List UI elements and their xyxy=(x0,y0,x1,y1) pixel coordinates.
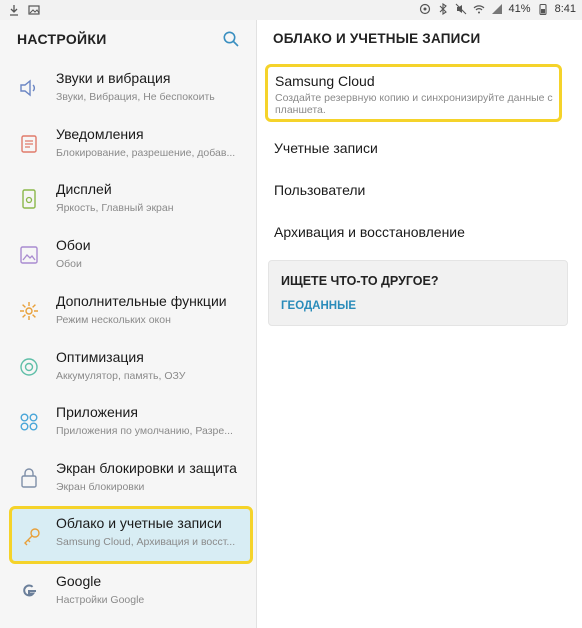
wallpaper-icon xyxy=(20,246,38,264)
notifications-icon xyxy=(21,135,37,153)
google-icon xyxy=(23,584,36,597)
accounts-item[interactable]: Учетные записи xyxy=(274,140,378,156)
looking-for-title: ИЩЕТЕ ЧТО-ТО ДРУГОЕ? xyxy=(281,274,439,288)
signal-icon xyxy=(491,4,502,14)
settings-item-google[interactable]: Google Настройки Google xyxy=(0,565,256,617)
looking-for-something-else-card: ИЩЕТЕ ЧТО-ТО ДРУГОЕ? ГЕОДАННЫЕ xyxy=(268,260,568,326)
item-subtitle: Samsung Cloud, Архивация и восст... xyxy=(56,536,236,548)
item-title: Google xyxy=(56,573,102,589)
advanced-features-icon xyxy=(20,302,38,320)
settings-item-lock-screen[interactable]: Экран блокировки и защита Экран блокиров… xyxy=(0,452,256,504)
battery-icon xyxy=(539,3,547,15)
item-title: Приложения xyxy=(56,404,138,420)
settings-item-apps[interactable]: Приложения Приложения по умолчанию, Разр… xyxy=(0,396,256,448)
lock-screen-icon xyxy=(21,468,37,488)
settings-item-sounds[interactable]: Звуки и вибрация Звуки, Вибрация, Не бес… xyxy=(0,62,256,114)
settings-item-wallpaper[interactable]: Обои Обои xyxy=(0,229,256,281)
item-title: Обои xyxy=(56,237,91,253)
backup-restore-item[interactable]: Архивация и восстановление xyxy=(274,224,465,240)
item-title: Оптимизация xyxy=(56,349,144,365)
clock: 8:41 xyxy=(554,3,576,15)
item-subtitle: Экран блокировки xyxy=(56,481,145,493)
optimization-icon xyxy=(20,358,38,376)
item-title: Экран блокировки и защита xyxy=(56,460,237,476)
users-item[interactable]: Пользователи xyxy=(274,182,365,198)
battery-percent: 41% xyxy=(508,3,531,15)
item-subtitle: Звуки, Вибрация, Не беспокоить xyxy=(56,91,215,103)
item-subtitle: Аккумулятор, память, ОЗУ xyxy=(56,370,186,382)
image-notification-icon xyxy=(28,5,40,15)
location-link[interactable]: ГЕОДАННЫЕ xyxy=(281,300,356,312)
item-subtitle: Настройки Google xyxy=(56,594,145,606)
cloud-accounts-panel: ОБЛАКО И УЧЕТНЫЕ ЗАПИСИ Samsung Cloud Со… xyxy=(257,20,582,628)
mute-icon xyxy=(455,3,466,15)
apps-icon xyxy=(20,413,38,431)
panel-title: ОБЛАКО И УЧЕТНЫЕ ЗАПИСИ xyxy=(273,31,481,46)
settings-list-panel: НАСТРОЙКИ Звуки и вибрация Звуки, Вибрац… xyxy=(0,20,257,628)
bluetooth-icon xyxy=(439,3,447,15)
samsung-cloud-subtitle: Создайте резервную копию и синхронизируй… xyxy=(275,92,553,116)
item-subtitle: Блокирование, разрешение, добав... xyxy=(56,147,236,159)
download-icon xyxy=(10,5,18,16)
cloud-accounts-icon xyxy=(24,528,40,546)
item-subtitle: Приложения по умолчанию, Разре... xyxy=(56,425,233,437)
settings-item-advanced-features[interactable]: Дополнительные функции Режим нескольких … xyxy=(0,285,256,337)
settings-item-notifications[interactable]: Уведомления Блокирование, разрешение, до… xyxy=(0,118,256,170)
settings-item-display[interactable]: Дисплей Яркость, Главный экран xyxy=(0,173,256,225)
item-title: Облако и учетные записи xyxy=(56,515,222,531)
item-subtitle: Режим нескольких окон xyxy=(56,314,171,326)
display-icon xyxy=(22,189,36,209)
settings-item-optimization[interactable]: Оптимизация Аккумулятор, память, ОЗУ xyxy=(0,341,256,393)
samsung-cloud-title: Samsung Cloud xyxy=(275,73,375,89)
status-bar: 41% 8:41 xyxy=(0,0,582,20)
item-subtitle: Яркость, Главный экран xyxy=(56,202,174,214)
item-title: Уведомления xyxy=(56,126,144,142)
wifi-icon xyxy=(473,5,484,14)
sync-icon xyxy=(419,3,430,15)
sound-icon xyxy=(20,79,35,97)
item-title: Дисплей xyxy=(56,181,112,197)
settings-title: НАСТРОЙКИ xyxy=(17,31,107,47)
item-title: Звуки и вибрация xyxy=(56,70,171,86)
samsung-cloud-item[interactable]: Samsung Cloud Создайте резервную копию и… xyxy=(265,64,562,122)
search-icon[interactable] xyxy=(222,30,240,48)
item-title: Дополнительные функции xyxy=(56,293,227,309)
item-subtitle: Обои xyxy=(56,258,82,270)
settings-item-cloud-accounts[interactable]: Облако и учетные записи Samsung Cloud, А… xyxy=(9,506,253,564)
